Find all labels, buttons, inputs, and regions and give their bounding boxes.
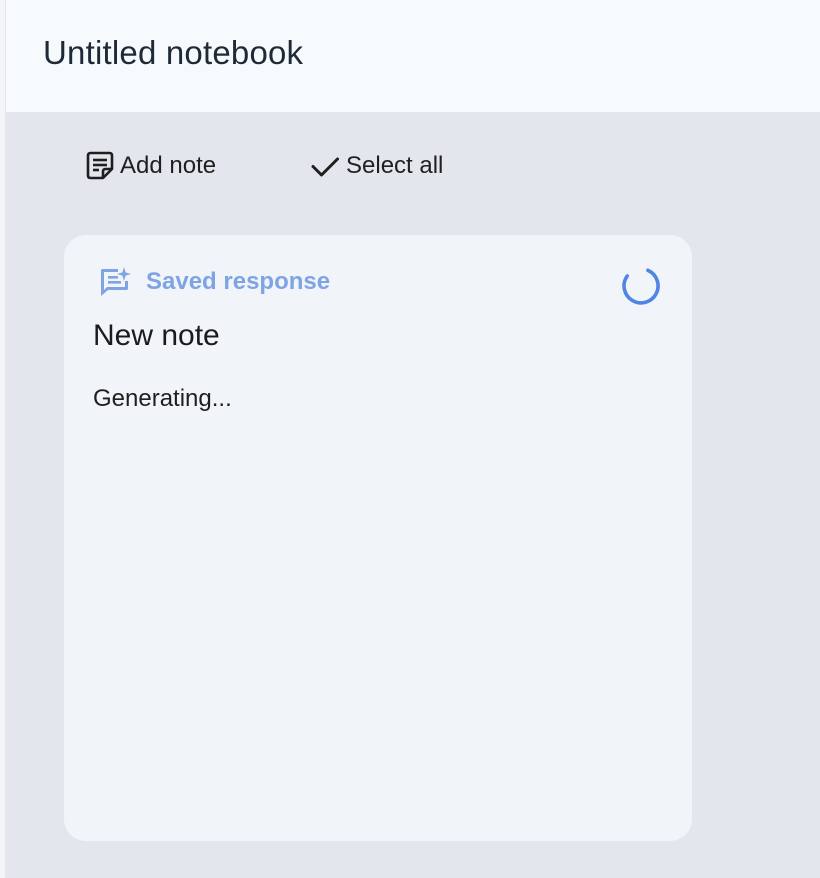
note-add-icon bbox=[82, 148, 118, 184]
notebook-header: Untitled notebook bbox=[6, 0, 820, 112]
loading-spinner-icon bbox=[622, 268, 660, 305]
notebook-title[interactable]: Untitled notebook bbox=[43, 34, 303, 72]
checkmark-icon bbox=[309, 150, 341, 182]
add-note-button[interactable]: Add note bbox=[82, 146, 216, 186]
note-source-tag: Saved response bbox=[98, 265, 330, 299]
saved-response-icon bbox=[98, 265, 132, 299]
left-panel-edge bbox=[0, 0, 6, 878]
note-card[interactable]: Saved response New note Generating... bbox=[64, 235, 692, 841]
note-body-status: Generating... bbox=[93, 385, 232, 412]
select-all-label: Select all bbox=[346, 152, 444, 179]
note-title: New note bbox=[93, 319, 220, 352]
add-note-label: Add note bbox=[120, 152, 217, 179]
saved-response-label: Saved response bbox=[146, 268, 331, 295]
select-all-button[interactable]: Select all bbox=[309, 146, 443, 186]
